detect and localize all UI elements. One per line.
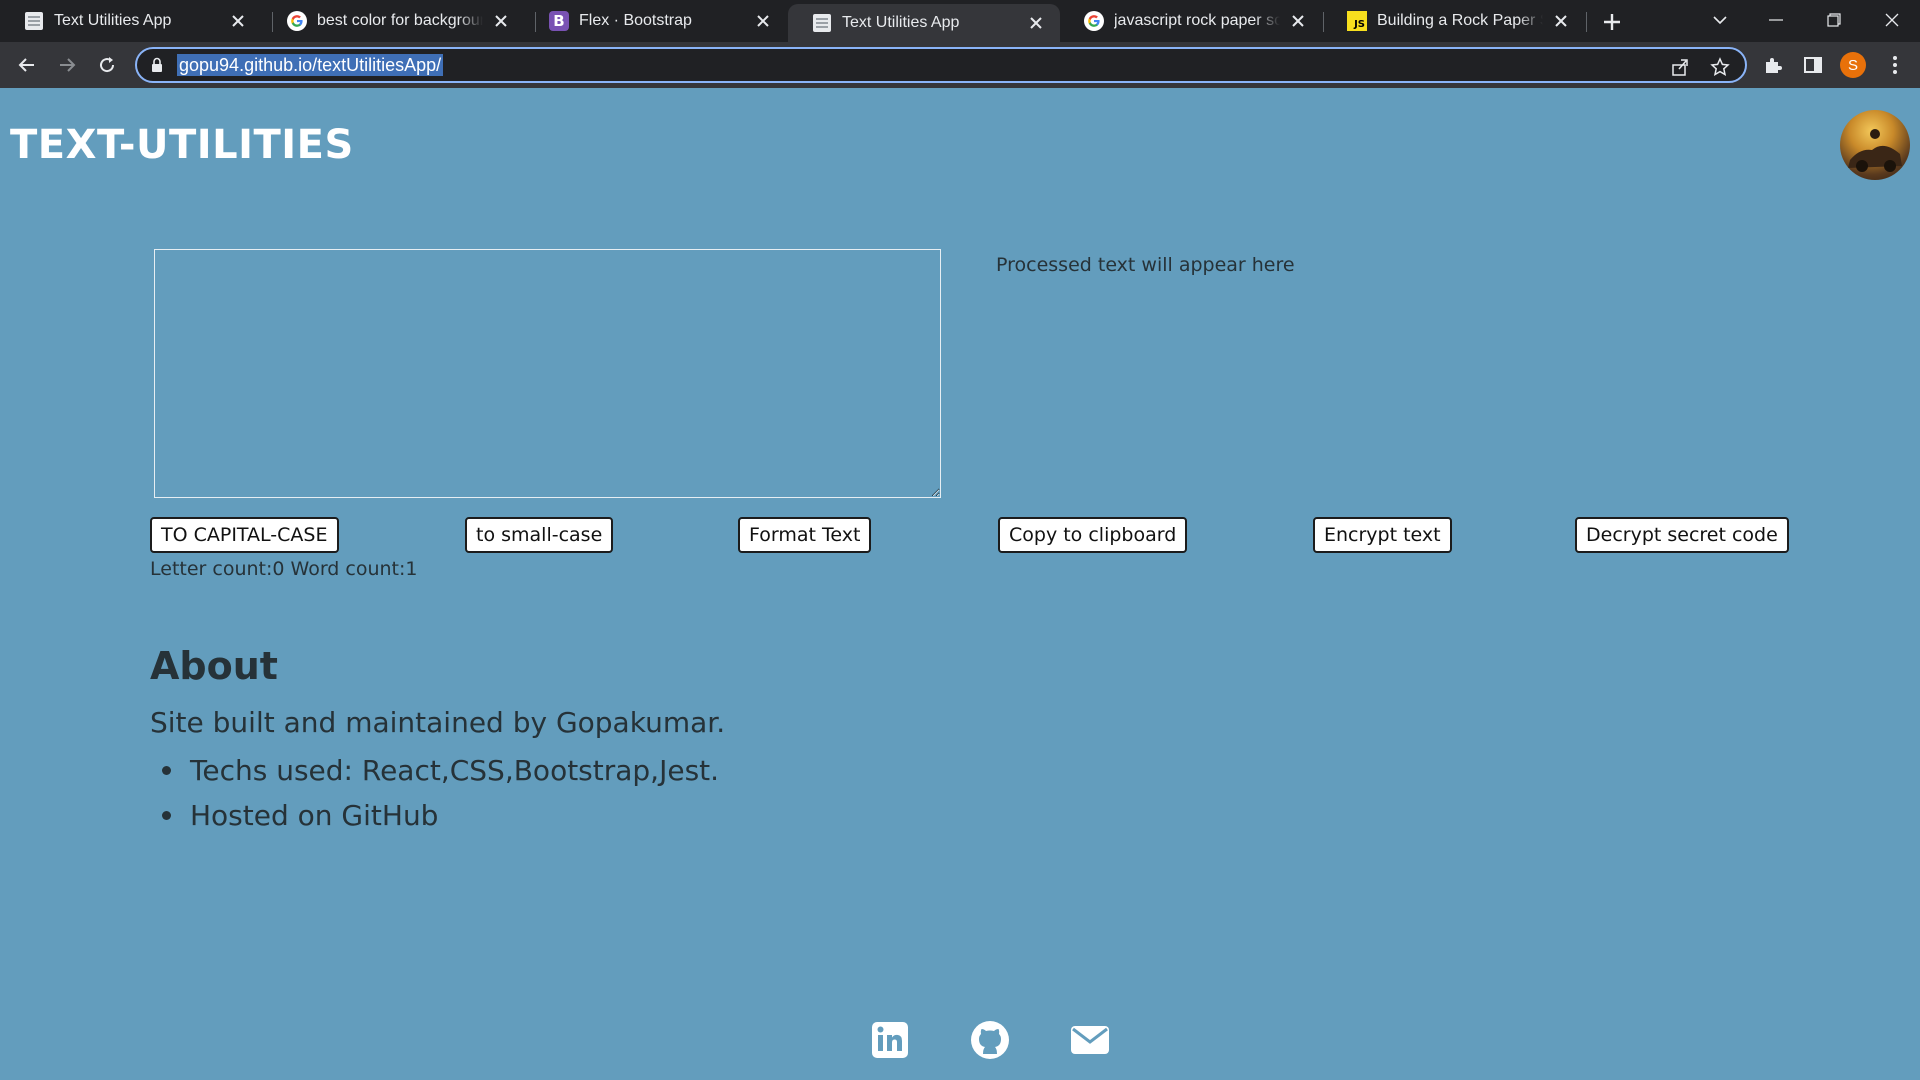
letter-word-count: Letter count:0 Word count:1 [150, 558, 418, 580]
tab-title: Building a Rock Paper Sciss [1377, 12, 1543, 29]
tab-text-utilities-active[interactable]: Text Utilities App [788, 4, 1060, 42]
bootstrap-icon: B [549, 11, 569, 31]
close-icon[interactable] [1026, 13, 1046, 33]
back-arrow-icon[interactable] [12, 50, 42, 80]
about-list: Techs used: React,CSS,Bootstrap,Jest. Ho… [150, 748, 719, 838]
text-input-area[interactable] [154, 249, 941, 498]
avatar[interactable] [1840, 110, 1910, 180]
side-panel-icon[interactable] [1802, 54, 1824, 76]
forward-arrow-icon[interactable] [52, 50, 82, 80]
processed-output: Processed text will appear here [996, 254, 1295, 276]
close-icon[interactable] [491, 11, 511, 31]
close-icon[interactable] [228, 11, 248, 31]
bookmark-star-icon[interactable] [1709, 56, 1731, 78]
reload-icon[interactable] [92, 50, 122, 80]
linkedin-icon[interactable] [870, 1020, 910, 1060]
decrypt-code-button[interactable]: Decrypt secret code [1575, 517, 1789, 553]
restore-icon[interactable] [1806, 0, 1862, 40]
minimize-icon[interactable] [1748, 0, 1804, 40]
tab-title: best color for background w [317, 12, 483, 29]
tab-separator [1586, 12, 1587, 32]
tab-title: Text Utilities App [842, 14, 960, 31]
page-content: TEXT-UTILITIES Processed text will appea… [0, 88, 1920, 1080]
format-text-button[interactable]: Format Text [738, 517, 872, 553]
javascript-icon: JS [1347, 11, 1367, 31]
url-text[interactable]: gopu94.github.io/textUtilitiesApp/ [177, 54, 444, 76]
tab-rps-article[interactable]: JS Building a Rock Paper Sciss [1323, 2, 1585, 40]
close-icon[interactable] [1288, 11, 1308, 31]
lock-icon[interactable] [151, 57, 163, 78]
github-icon[interactable] [970, 1020, 1010, 1060]
address-bar[interactable]: gopu94.github.io/textUtilitiesApp/ [135, 47, 1747, 83]
tab-title: javascript rock paper scisso [1114, 12, 1280, 29]
close-icon[interactable] [1551, 11, 1571, 31]
tab-strip: Text Utilities App best color for backgr… [0, 0, 1920, 42]
window-close-icon[interactable] [1864, 0, 1920, 40]
tab-title: Text Utilities App [54, 12, 172, 29]
more-menu-icon[interactable] [1884, 54, 1906, 76]
browser-toolbar: gopu94.github.io/textUtilitiesApp/ S [0, 42, 1920, 88]
extensions-puzzle-icon[interactable] [1762, 54, 1784, 76]
tab-google-rps[interactable]: javascript rock paper scisso [1060, 2, 1322, 40]
capital-case-button[interactable]: TO CAPITAL-CASE [150, 517, 339, 553]
tab-google-search-color[interactable]: best color for background w [263, 2, 525, 40]
share-icon[interactable] [1669, 56, 1691, 78]
list-item: Hosted on GitHub [150, 793, 719, 838]
about-heading: About [150, 644, 278, 688]
profile-avatar[interactable]: S [1840, 52, 1866, 78]
tab-bootstrap-flex[interactable]: B Flex · Bootstrap [525, 2, 787, 40]
copy-clipboard-button[interactable]: Copy to clipboard [998, 517, 1188, 553]
about-description: Site built and maintained by Gopakumar. [150, 706, 726, 739]
small-case-button[interactable]: to small-case [465, 517, 614, 553]
tab-text-utilities-1[interactable]: Text Utilities App [0, 2, 262, 40]
close-icon[interactable] [753, 11, 773, 31]
encrypt-text-button[interactable]: Encrypt text [1313, 517, 1452, 553]
google-icon [1084, 11, 1104, 31]
tab-title: Flex · Bootstrap [579, 12, 692, 29]
app-brand[interactable]: TEXT-UTILITIES [10, 122, 354, 168]
page-icon [24, 11, 44, 31]
tab-search-chevron-down-icon[interactable] [1692, 0, 1748, 40]
page-icon [812, 13, 832, 33]
google-icon [287, 11, 307, 31]
email-icon[interactable] [1070, 1020, 1110, 1060]
list-item: Techs used: React,CSS,Bootstrap,Jest. [150, 748, 719, 793]
new-tab-plus-icon[interactable] [1598, 8, 1626, 36]
